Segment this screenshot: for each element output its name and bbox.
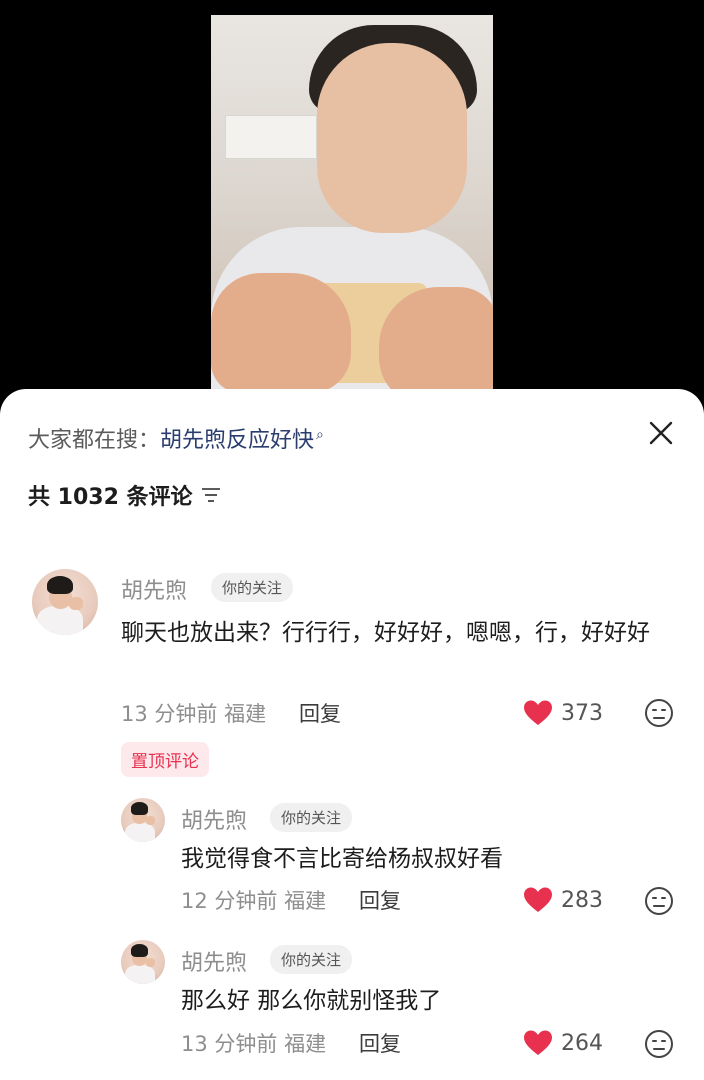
- like-button[interactable]: 283: [523, 886, 603, 914]
- reply-button[interactable]: 回复: [359, 885, 401, 915]
- dislike-face-icon[interactable]: [644, 698, 674, 728]
- following-badge: 你的关注: [270, 945, 353, 974]
- comment-author[interactable]: 胡先煦: [181, 945, 247, 977]
- like-count: 264: [561, 1030, 603, 1056]
- reply-button[interactable]: 回复: [359, 1028, 401, 1058]
- comment-time-location: 12 分钟前 福建: [181, 889, 327, 913]
- comment-author[interactable]: 胡先煦: [181, 803, 247, 835]
- avatar[interactable]: [121, 798, 165, 842]
- reply-button[interactable]: 回复: [299, 698, 341, 728]
- comment-text[interactable]: 那么好 那么你就别怪我了: [181, 982, 661, 1020]
- search-icon[interactable]: ⌕: [316, 427, 324, 443]
- comment-count: 共 1032 条评论: [28, 485, 193, 510]
- air-conditioner: [225, 115, 317, 159]
- heart-icon: [524, 700, 552, 725]
- video-player[interactable]: [211, 15, 493, 405]
- hot-search-row[interactable]: 大家都在搜：胡先煦反应好快 ⌕: [28, 422, 324, 454]
- comment-time-location: 13 分钟前 福建: [121, 702, 267, 726]
- pinned-comment-badge: 置顶评论: [121, 742, 209, 777]
- comment-text[interactable]: 聊天也放出来？行行行，好好好，嗯嗯，行，好好好: [121, 614, 661, 652]
- video-left-hand: [211, 273, 351, 393]
- hot-search-query[interactable]: 胡先煦反应好快: [160, 428, 314, 453]
- comment-time-location: 13 分钟前 福建: [181, 1032, 327, 1056]
- avatar[interactable]: [121, 940, 165, 984]
- following-badge: 你的关注: [270, 803, 353, 832]
- hot-search-prefix: 大家都在搜：: [28, 428, 161, 453]
- dislike-face-icon[interactable]: [644, 1029, 674, 1059]
- close-icon[interactable]: [646, 418, 676, 448]
- video-right-hand: [379, 287, 493, 405]
- following-badge: 你的关注: [211, 573, 294, 602]
- comment-count-row: 共 1032 条评论: [28, 479, 221, 511]
- sort-filter-icon[interactable]: [201, 487, 221, 503]
- like-count: 373: [561, 700, 603, 726]
- comment-author[interactable]: 胡先煦: [121, 573, 187, 605]
- video-person-face: [317, 43, 467, 233]
- like-button[interactable]: 373: [523, 699, 603, 727]
- avatar[interactable]: [32, 569, 98, 635]
- like-button[interactable]: 264: [523, 1029, 603, 1057]
- comment-text[interactable]: 我觉得食不言比寄给杨叔叔好看: [181, 840, 661, 878]
- heart-icon: [524, 887, 552, 912]
- heart-icon: [524, 1030, 552, 1055]
- like-count: 283: [561, 887, 603, 913]
- dislike-face-icon[interactable]: [644, 886, 674, 916]
